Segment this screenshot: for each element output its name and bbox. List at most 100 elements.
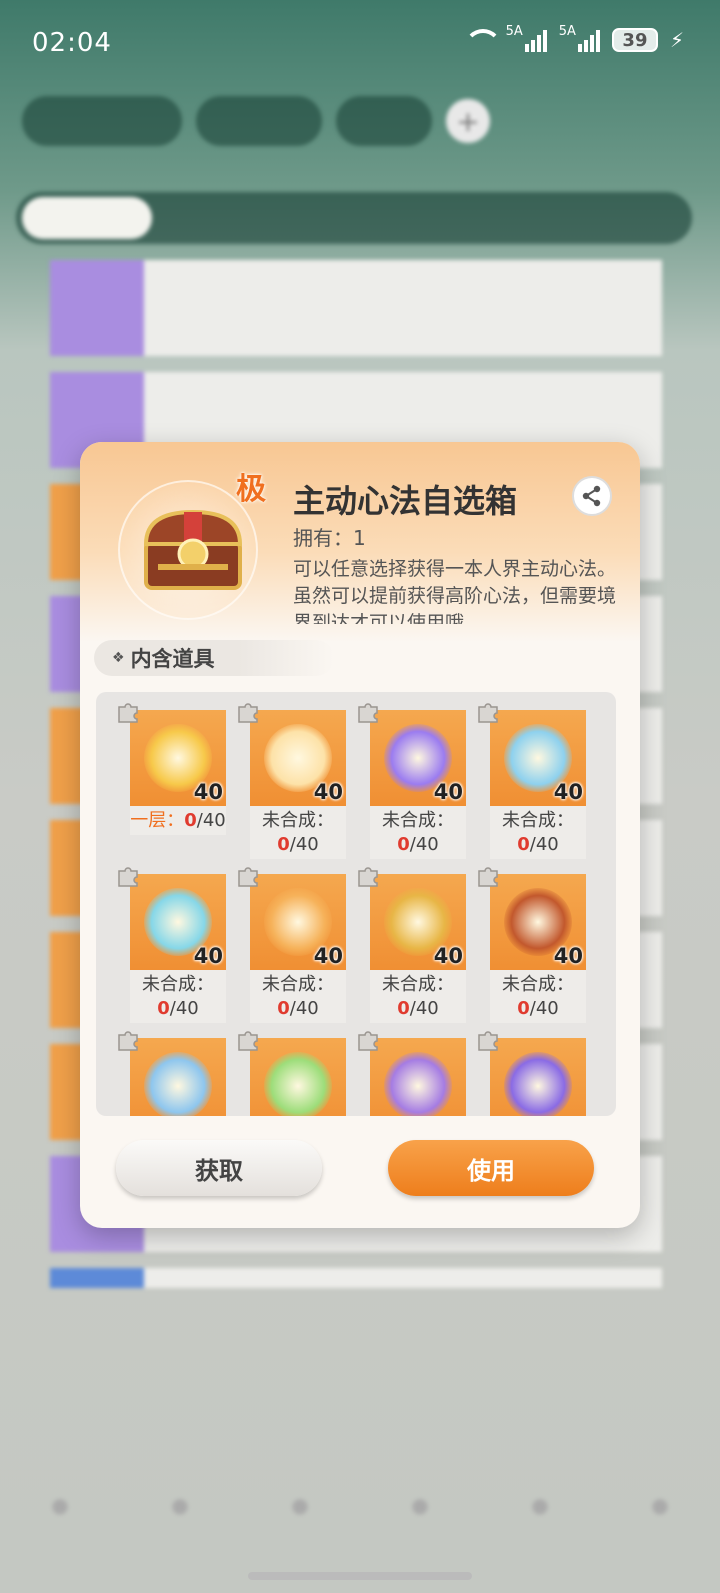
item-tile: 40 xyxy=(490,874,586,970)
nav-item: ● xyxy=(51,1493,69,1517)
item-tile xyxy=(370,1038,466,1116)
item-tile xyxy=(130,1038,226,1116)
puzzle-piece-icon xyxy=(118,703,138,723)
nav-item: ● xyxy=(291,1493,309,1517)
item-progress: 未合成： 0/40 xyxy=(130,970,226,1023)
progress-current: 0 xyxy=(184,810,197,831)
progress-total: /40 xyxy=(196,810,226,831)
item-level: 40 xyxy=(553,944,583,968)
item-tile: 40 xyxy=(370,874,466,970)
content-item[interactable]: 40 未合成： 0/40 xyxy=(250,874,346,1023)
puzzle-piece-icon xyxy=(238,867,258,887)
share-button[interactable] xyxy=(572,476,612,516)
item-detail-dialog: 极 主动心法自选箱 拥有：1 可以任意选择获得一本人界主动心法。虽然可以提前获得… xyxy=(80,442,640,1228)
progress-label: 未合成： xyxy=(502,810,574,831)
status-bar: 02:04 5A 5A 39 ⚡ xyxy=(0,0,720,90)
puzzle-piece-icon xyxy=(478,703,498,723)
share-icon xyxy=(582,485,601,507)
use-button[interactable]: 使用 xyxy=(388,1140,594,1196)
dance-figure-icon xyxy=(384,1052,452,1116)
item-level: 40 xyxy=(313,944,343,968)
nav-item: ● xyxy=(651,1493,669,1517)
progress-current: 0 xyxy=(517,998,530,1019)
get-button[interactable]: 获取 xyxy=(116,1140,322,1196)
nav-item: ● xyxy=(531,1493,549,1517)
progress-current: 0 xyxy=(397,998,410,1019)
item-tile xyxy=(490,1038,586,1116)
progress-total: /40 xyxy=(529,998,559,1019)
add-currency-button: + xyxy=(446,99,490,143)
list-item xyxy=(50,260,662,356)
network-label: 5A xyxy=(505,24,523,39)
content-item[interactable] xyxy=(130,1038,226,1116)
content-item[interactable]: 40 未合成： 0/40 xyxy=(250,710,346,859)
charging-icon: ⚡ xyxy=(669,28,684,52)
wifi-icon xyxy=(463,29,502,51)
item-level: 40 xyxy=(553,780,583,804)
progress-label: 未合成： xyxy=(262,810,334,831)
grade-badge: 极 xyxy=(236,472,266,507)
signal-2: 5A xyxy=(559,24,600,52)
content-item[interactable]: 40 未合成： 0/40 xyxy=(490,874,586,1023)
item-tile: 40 xyxy=(130,710,226,806)
item-progress: 未合成： 0/40 xyxy=(490,806,586,859)
battery-icon: 39 xyxy=(611,28,658,52)
bottom-nav: ● ● ● ● ● ● xyxy=(0,1460,720,1550)
player-info-pill xyxy=(22,96,182,146)
puzzle-piece-icon xyxy=(238,703,258,723)
item-tile: 40 xyxy=(250,710,346,806)
item-progress: 未合成： 0/40 xyxy=(490,970,586,1023)
item-progress: 一层：0/40 xyxy=(130,806,226,835)
content-item[interactable]: 40 未合成： 0/40 xyxy=(130,874,226,1023)
puzzle-piece-icon xyxy=(118,867,138,887)
progress-total: /40 xyxy=(289,998,319,1019)
puzzle-piece-icon xyxy=(478,1031,498,1051)
progress-label: 未合成： xyxy=(502,974,574,995)
content-item[interactable] xyxy=(490,1038,586,1116)
item-description[interactable]: 可以任意选择获得一本人界主动心法。虽然可以提前获得高阶心法，但需要境界到达才可以… xyxy=(293,556,618,624)
puzzle-piece-icon xyxy=(358,867,378,887)
nav-item: ● xyxy=(411,1493,429,1517)
item-tile: 40 xyxy=(250,874,346,970)
clock: 02:04 xyxy=(32,28,112,58)
item-level: 40 xyxy=(313,780,343,804)
signal-bars-icon xyxy=(577,28,600,52)
item-progress: 未合成： 0/40 xyxy=(370,970,466,1023)
contents-grid[interactable]: 40 一层：0/40 40 未合成： 0/40 40 未合成： 0/40 40 未合成： 0/40 4… xyxy=(96,692,616,1116)
item-progress: 未合成： 0/40 xyxy=(370,806,466,859)
item-tile: 40 xyxy=(130,874,226,970)
content-item[interactable] xyxy=(370,1038,466,1116)
progress-total: /40 xyxy=(169,998,199,1019)
currency-pill xyxy=(196,96,322,146)
progress-label: 未合成： xyxy=(262,974,334,995)
content-item[interactable] xyxy=(250,1038,346,1116)
water-figure-icon xyxy=(144,1052,212,1116)
signal-bars-icon xyxy=(524,28,547,52)
progress-current: 0 xyxy=(157,998,170,1019)
progress-current: 0 xyxy=(277,834,290,855)
content-item[interactable]: 40 一层：0/40 xyxy=(130,710,226,835)
tab-all xyxy=(22,197,152,239)
content-item[interactable]: 40 未合成： 0/40 xyxy=(490,710,586,859)
puzzle-piece-icon xyxy=(358,703,378,723)
signal-1: 5A xyxy=(506,24,547,52)
puzzle-piece-icon xyxy=(478,867,498,887)
item-level: 40 xyxy=(433,944,463,968)
item-level: 40 xyxy=(193,944,223,968)
item-title: 主动心法自选箱 xyxy=(293,482,518,520)
content-item[interactable]: 40 未合成： 0/40 xyxy=(370,710,466,859)
section-title: 内含道具 xyxy=(130,647,215,671)
progress-label: 未合成： xyxy=(382,974,454,995)
item-progress: 未合成： 0/40 xyxy=(250,806,346,859)
progress-label: 一层： xyxy=(130,810,185,831)
gem-pill xyxy=(336,96,432,146)
progress-total: /40 xyxy=(409,998,439,1019)
diamond-icon: ❖ xyxy=(112,650,125,666)
content-item[interactable]: 40 未合成： 0/40 xyxy=(370,874,466,1023)
home-indicator[interactable] xyxy=(248,1572,472,1580)
item-tile xyxy=(250,1038,346,1116)
category-tabs xyxy=(16,192,692,244)
progress-total: /40 xyxy=(289,834,319,855)
progress-total: /40 xyxy=(409,834,439,855)
item-level: 40 xyxy=(193,780,223,804)
